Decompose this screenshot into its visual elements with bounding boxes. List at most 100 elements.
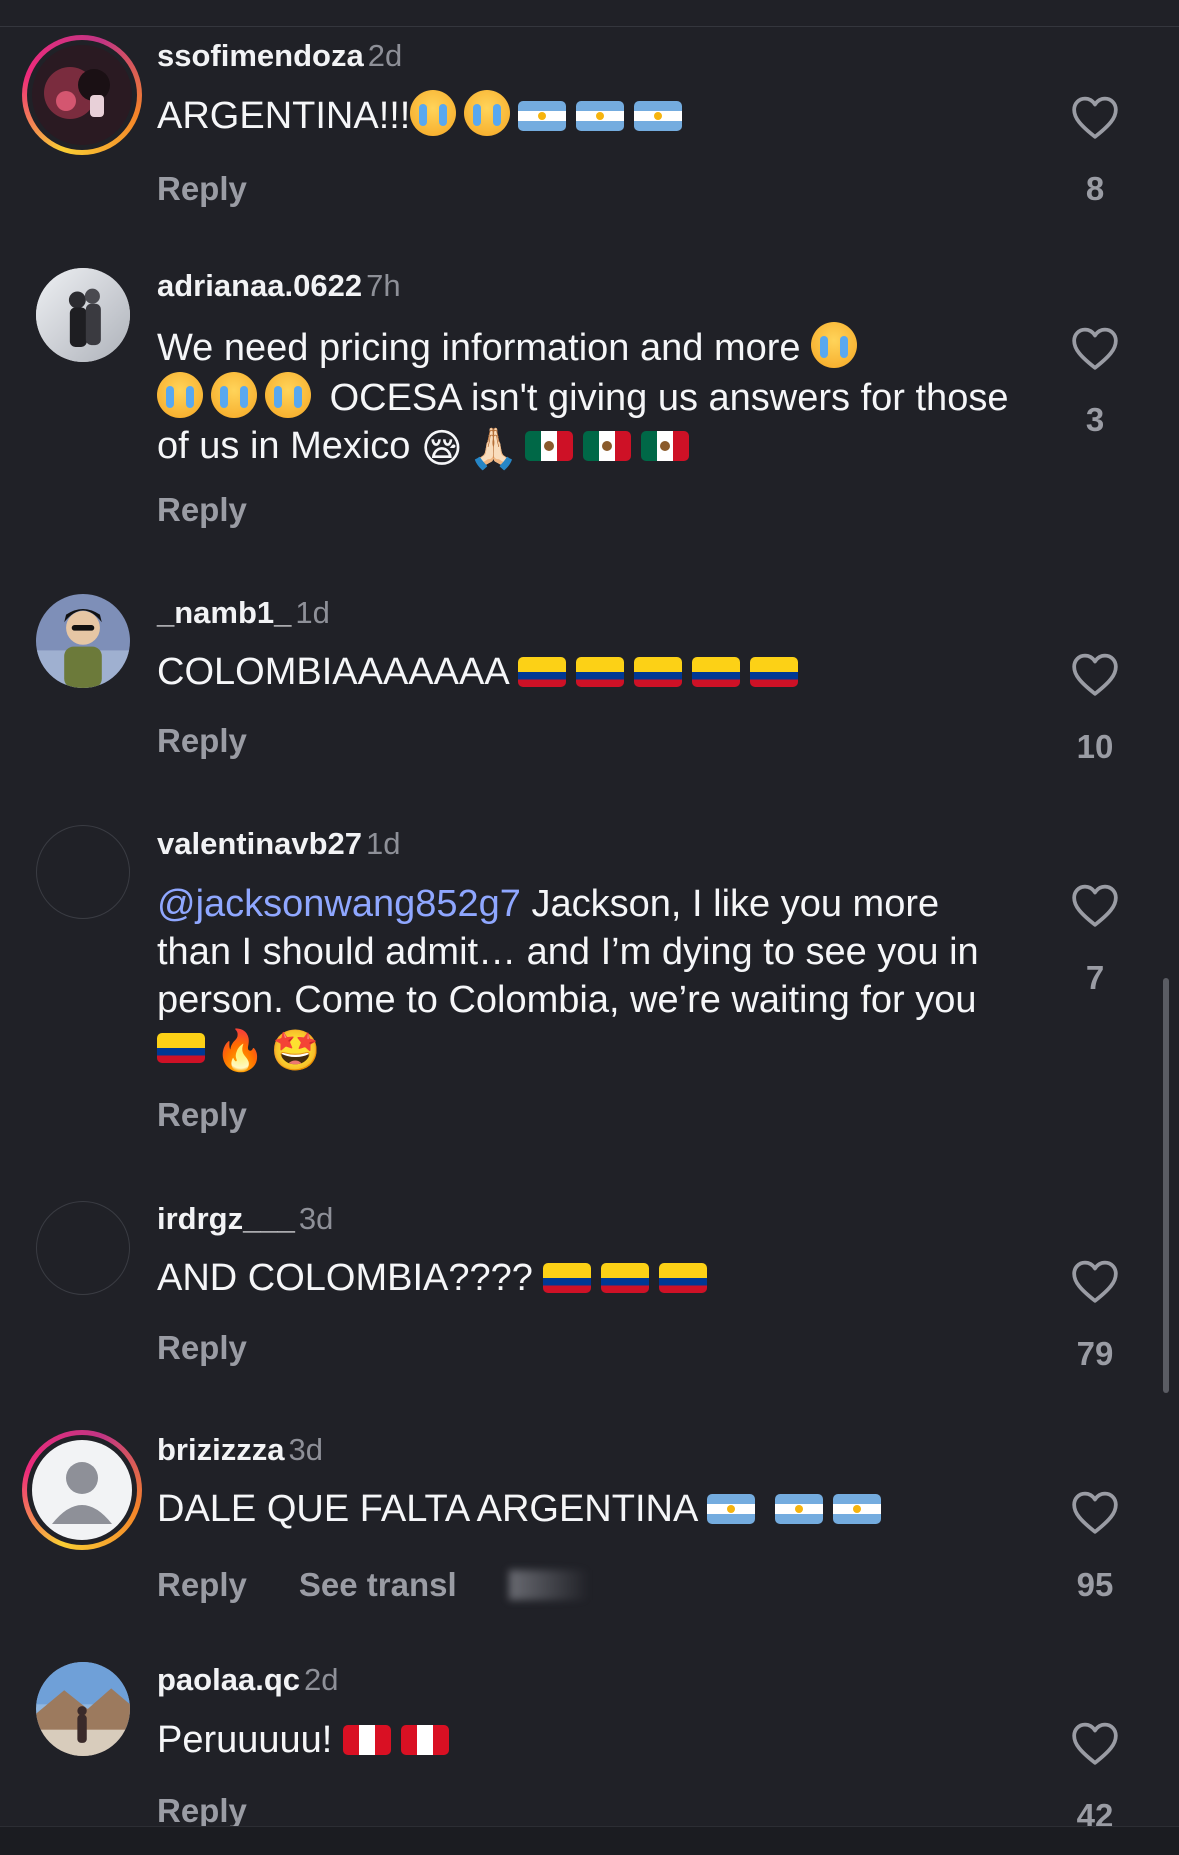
peru-flag-icon bbox=[342, 1725, 391, 1755]
avatar[interactable] bbox=[36, 594, 130, 688]
comment-text: We need pricing information and more OCE… bbox=[157, 322, 1017, 473]
comment-actions: Reply bbox=[157, 170, 247, 208]
reply-button[interactable]: Reply bbox=[157, 170, 247, 207]
timestamp: 1d bbox=[366, 826, 401, 861]
fire-emoji-icon: 🔥 bbox=[215, 1028, 265, 1074]
reply-button[interactable]: Reply bbox=[157, 1792, 247, 1829]
avatar-with-story-ring[interactable] bbox=[22, 35, 142, 155]
comment-meta: irdrgz___ 3d bbox=[157, 1201, 333, 1237]
bottom-bar bbox=[0, 1826, 1179, 1855]
avatar-image bbox=[32, 45, 132, 145]
reply-button[interactable]: Reply bbox=[157, 722, 247, 759]
comment-actions: Reply bbox=[157, 1792, 247, 1830]
timestamp: 1d bbox=[295, 595, 330, 630]
comment-meta: brizizzza 3d bbox=[157, 1432, 323, 1468]
argentina-flag-icon bbox=[518, 101, 567, 131]
comment-meta: paolaa.qc 2d bbox=[157, 1662, 338, 1698]
username[interactable]: valentinavb27 bbox=[157, 826, 362, 861]
argentina-flag-icon bbox=[775, 1494, 824, 1524]
comment-text: DALE QUE FALTA ARGENTINA bbox=[157, 1485, 1017, 1533]
scrollbar[interactable] bbox=[1163, 978, 1169, 1393]
comment-actions: Reply bbox=[157, 491, 247, 529]
colombia-flag-icon bbox=[750, 657, 799, 687]
argentina-flag-icon bbox=[706, 1494, 755, 1524]
timestamp: 7h bbox=[366, 268, 401, 303]
comment-body: COLOMBIAAAAAAA bbox=[157, 651, 508, 693]
comment-actions: Reply bbox=[157, 1329, 247, 1367]
argentina-flag-icon bbox=[634, 101, 683, 131]
timestamp: 2d bbox=[304, 1662, 339, 1697]
comment-text: AND COLOMBIA???? bbox=[157, 1254, 1017, 1302]
like-count: 7 bbox=[1085, 959, 1105, 996]
reply-button[interactable]: Reply bbox=[157, 1566, 247, 1603]
avatar[interactable] bbox=[36, 1201, 130, 1295]
avatar-image bbox=[36, 268, 130, 362]
like-count: 3 bbox=[1085, 401, 1105, 438]
comment-text: Peruuuuu! bbox=[157, 1716, 1017, 1764]
comment-actions: Reply bbox=[157, 722, 247, 760]
avatar[interactable] bbox=[36, 268, 130, 362]
colombia-flag-icon bbox=[634, 657, 683, 687]
see-translation-label: See transl bbox=[298, 1566, 457, 1603]
avatar-with-story-ring[interactable] bbox=[22, 1430, 142, 1550]
folded-hands-emoji-icon: 🙏🏻 bbox=[468, 426, 519, 472]
avatar-image bbox=[36, 594, 130, 688]
colombia-flag-icon bbox=[157, 1033, 205, 1063]
timestamp: 2d bbox=[367, 38, 403, 73]
like-count: 95 bbox=[1076, 1566, 1114, 1603]
comment-meta: _namb1_ 1d bbox=[157, 595, 330, 631]
heart-outline-icon[interactable] bbox=[1070, 651, 1120, 697]
argentina-flag-icon bbox=[833, 1494, 882, 1524]
reply-button[interactable]: Reply bbox=[157, 1096, 247, 1133]
comment-meta: adrianaa.0622 7h bbox=[157, 268, 401, 304]
see-translation-button[interactable]: See transl bbox=[299, 1566, 589, 1603]
blurred-text bbox=[508, 1570, 589, 1600]
loudly-crying-emoji-icon bbox=[811, 322, 858, 368]
like-count: 8 bbox=[1085, 170, 1105, 207]
username[interactable]: irdrgz___ bbox=[157, 1201, 295, 1236]
reply-button[interactable]: Reply bbox=[157, 491, 247, 528]
reply-button[interactable]: Reply bbox=[157, 1329, 247, 1366]
heart-outline-icon[interactable] bbox=[1070, 882, 1120, 928]
username[interactable]: ssofimendoza bbox=[157, 38, 364, 73]
timestamp: 3d bbox=[288, 1432, 323, 1467]
person-silhouette-icon bbox=[32, 1440, 132, 1540]
loudly-crying-emoji-icon bbox=[265, 372, 311, 418]
colombia-flag-icon bbox=[576, 657, 625, 687]
username[interactable]: brizizzza bbox=[157, 1432, 284, 1467]
comment-text: ARGENTINA!!! bbox=[157, 90, 1017, 140]
comment-body: DALE QUE FALTA ARGENTINA bbox=[157, 1488, 697, 1530]
comment-meta: valentinavb27 1d bbox=[157, 826, 401, 862]
timestamp: 3d bbox=[298, 1201, 334, 1236]
comment-actions: Reply bbox=[157, 1096, 247, 1134]
username[interactable]: paolaa.qc bbox=[157, 1662, 300, 1697]
comment-text: @jacksonwang852g7 Jackson, I like you mo… bbox=[157, 880, 1017, 1075]
argentina-flag-icon bbox=[576, 101, 625, 131]
comment-body: We need pricing information and more bbox=[157, 327, 801, 369]
peru-flag-icon bbox=[400, 1725, 449, 1755]
colombia-flag-icon bbox=[659, 1263, 708, 1293]
avatar[interactable] bbox=[36, 1662, 130, 1756]
username[interactable]: adrianaa.0622 bbox=[157, 268, 362, 303]
comment-body: Peruuuuu! bbox=[157, 1719, 333, 1761]
colombia-flag-icon bbox=[601, 1263, 650, 1293]
username[interactable]: _namb1_ bbox=[157, 595, 291, 630]
comment-meta: ssofimendoza 2d bbox=[157, 38, 402, 74]
heart-outline-icon[interactable] bbox=[1070, 94, 1120, 140]
like-count: 10 bbox=[1076, 728, 1114, 765]
avatar-image bbox=[36, 1662, 130, 1756]
mexico-flag-icon bbox=[640, 431, 689, 461]
star-struck-emoji-icon: 🤩 bbox=[270, 1028, 321, 1074]
heart-outline-icon[interactable] bbox=[1070, 1258, 1120, 1304]
loudly-crying-emoji-icon bbox=[157, 372, 203, 418]
heart-outline-icon[interactable] bbox=[1070, 1720, 1120, 1766]
loudly-crying-emoji-icon bbox=[464, 90, 511, 136]
comment-actions: Reply See transl bbox=[157, 1566, 589, 1604]
comments-screen: ssofimendoza 2d ARGENTINA!!! Reply 8 adr… bbox=[0, 0, 1179, 1855]
avatar[interactable] bbox=[36, 825, 130, 919]
mention-link[interactable]: @jacksonwang852g7 bbox=[157, 883, 521, 925]
loudly-crying-emoji-icon bbox=[211, 372, 257, 418]
heart-outline-icon[interactable] bbox=[1070, 325, 1120, 371]
colombia-flag-icon bbox=[543, 1263, 592, 1293]
heart-outline-icon[interactable] bbox=[1070, 1489, 1120, 1535]
